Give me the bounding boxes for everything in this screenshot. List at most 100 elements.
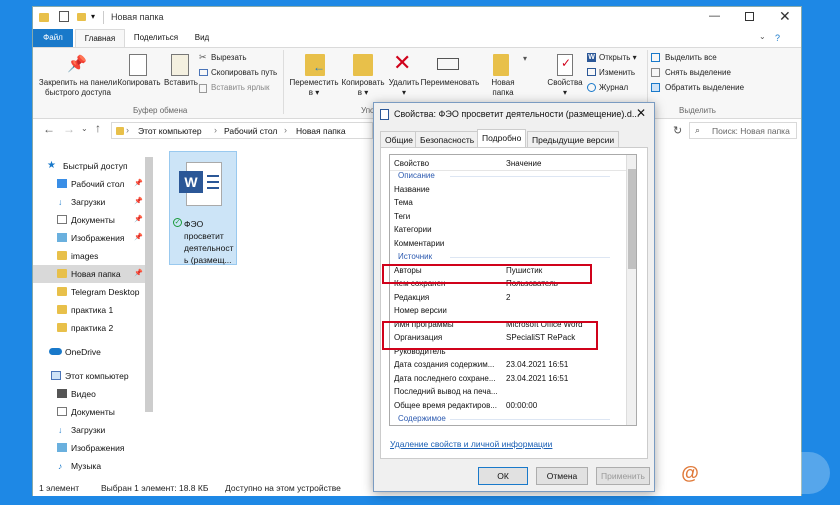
remove-properties-link[interactable]: Удаление свойств и личной информации (390, 439, 552, 449)
nav-item-practice-1[interactable]: практика 1 (33, 301, 145, 319)
nav-item-downloads[interactable]: ↓ Загрузки 📌 (33, 193, 145, 211)
search-placeholder: Поиск: Новая папка (712, 126, 790, 136)
copy-button[interactable]: Копировать (115, 78, 163, 88)
nav-quick-access[interactable]: ★ Быстрый доступ (33, 157, 145, 175)
close-icon[interactable]: ✕ (779, 8, 791, 25)
property-key: Описание (398, 171, 435, 180)
property-value: 23.04.2021 16:51 (506, 373, 569, 383)
history-button[interactable]: Журнал (599, 83, 628, 92)
open-button[interactable]: Открыть ▾ (599, 53, 637, 62)
qa-dropdown-icon[interactable]: ▾ (91, 12, 95, 21)
file-item[interactable]: W ✓ ФЭО просветит деятельност ь (размещ.… (169, 151, 237, 265)
move-to-button[interactable]: Переместить в ▾ (285, 78, 343, 98)
watermark-text: hi-tech (712, 460, 778, 482)
nav-pc-pictures[interactable]: Изображения (33, 439, 145, 457)
path-sep-icon: › (284, 125, 287, 135)
property-row[interactable]: Категории (390, 223, 626, 237)
property-row[interactable]: Дата последнего сохране... 23.04.2021 16:… (390, 372, 626, 386)
new-item-icon[interactable]: ▾ (523, 54, 527, 63)
properties-button[interactable]: Свойства ▾ (541, 78, 589, 98)
property-row[interactable]: Общее время редактиров... 00:00:00 (390, 399, 626, 413)
nav-item-telegram[interactable]: Telegram Desktop (33, 283, 145, 301)
properties-dialog: Свойства: ФЭО просветит деятельности (ра… (373, 102, 655, 492)
nav-item-new-folder[interactable]: Новая папка 📌 (33, 265, 145, 283)
tab-details[interactable]: Подробно (477, 129, 527, 148)
nav-pc-music[interactable]: ♪ Музыка (33, 457, 145, 475)
paste-button[interactable]: Вставить (161, 78, 201, 88)
paste-shortcut-icon (199, 84, 207, 93)
tab-view[interactable]: Вид (187, 29, 217, 47)
dialog-close-icon[interactable]: ✕ (636, 106, 646, 120)
copy-path-button[interactable]: Скопировать путь (211, 68, 277, 77)
property-row[interactable]: Последний вывод на печа... (390, 385, 626, 399)
nav-item-pictures[interactable]: Изображения 📌 (33, 229, 145, 247)
cancel-button[interactable]: Отмена (536, 467, 588, 485)
delete-button[interactable]: Удалить ▾ (387, 78, 421, 98)
refresh-icon[interactable]: ↻ (673, 124, 682, 137)
invert-selection-button[interactable]: Обратить выделение (665, 83, 744, 92)
breadcrumb-new-folder[interactable]: Новая папка (296, 126, 346, 136)
tab-security[interactable]: Безопасность (415, 131, 480, 147)
nav-pc-videos[interactable]: Видео (33, 385, 145, 403)
nav-scrollbar[interactable] (145, 157, 153, 412)
property-row[interactable]: Комментарии (390, 237, 626, 251)
up-icon[interactable]: ↑ (95, 121, 101, 135)
help-icon[interactable]: ? (775, 33, 780, 43)
apply-button[interactable]: Применить (596, 467, 650, 485)
select-none-icon (651, 68, 660, 77)
nav-pc-downloads[interactable]: ↓ Загрузки (33, 421, 145, 439)
rename-button[interactable]: Переименовать (419, 78, 481, 88)
nav-item-documents[interactable]: Документы 📌 (33, 211, 145, 229)
nav-pc-documents[interactable]: Документы (33, 403, 145, 421)
recent-icon[interactable]: ⌄ (81, 124, 88, 133)
highlight-program-org (382, 321, 598, 350)
property-row[interactable]: Теги (390, 210, 626, 224)
property-key: Дата последнего сохране... (394, 373, 496, 383)
minimize-icon[interactable]: — (709, 10, 720, 22)
music-icon: ♪ (58, 461, 63, 471)
ok-button[interactable]: ОК (478, 467, 528, 485)
watermark-logo: @ (674, 457, 706, 489)
new-folder-button[interactable]: Новая папка (483, 78, 523, 98)
tab-general[interactable]: Общие (380, 131, 418, 147)
nav-onedrive[interactable]: OneDrive (33, 343, 145, 361)
maximize-icon[interactable] (745, 12, 754, 21)
tab-home[interactable]: Главная (75, 29, 125, 47)
property-row[interactable]: Тема (390, 196, 626, 210)
breadcrumb-this-pc[interactable]: Этот компьютер (138, 126, 202, 136)
scroll-thumb[interactable] (628, 169, 636, 269)
property-row[interactable]: Название (390, 183, 626, 197)
back-icon[interactable]: ← (43, 122, 55, 136)
list-scrollbar[interactable] (626, 155, 636, 425)
select-all-icon (651, 53, 660, 62)
property-key: Дата создания содержим... (394, 360, 495, 369)
cut-button[interactable]: Вырезать (211, 53, 247, 62)
tab-share[interactable]: Поделиться (129, 29, 183, 47)
nav-this-pc[interactable]: Этот компьютер (33, 367, 145, 385)
nav-item-practice-2[interactable]: практика 2 (33, 319, 145, 337)
property-row[interactable]: Редакция 2 (390, 291, 626, 305)
properties-qa-icon[interactable] (59, 11, 69, 22)
tab-previous-versions[interactable]: Предыдущие версии (527, 131, 620, 147)
address-bar[interactable]: › Этот компьютер › Рабочий стол › Новая … (111, 122, 373, 139)
nav-item-images[interactable]: images (33, 247, 145, 265)
select-all-button[interactable]: Выделить все (665, 53, 717, 62)
forward-icon[interactable]: → (63, 122, 75, 136)
copy-to-button[interactable]: Копировать в ▾ (337, 78, 389, 98)
search-input[interactable]: ⌕ Поиск: Новая папка (689, 122, 797, 139)
paste-shortcut-button[interactable]: Вставить ярлык (211, 83, 270, 92)
nav-item-desktop[interactable]: Рабочий стол 📌 (33, 175, 145, 193)
ribbon-collapse-icon[interactable]: ⌄ (759, 32, 766, 41)
tab-file[interactable]: Файл (33, 29, 73, 47)
property-row[interactable]: Номер версии (390, 304, 626, 318)
edit-button[interactable]: Изменить (599, 68, 635, 77)
cloud-icon (49, 348, 62, 355)
pin-icon: 📌 (134, 216, 143, 223)
pin-button[interactable]: Закрепить на панели быстрого доступа (35, 78, 121, 98)
select-none-button[interactable]: Снять выделение (665, 68, 731, 77)
folder-icon (39, 13, 49, 22)
breadcrumb-desktop[interactable]: Рабочий стол (224, 126, 277, 136)
property-row[interactable]: Дата создания содержим... 23.04.2021 16:5… (390, 358, 626, 372)
newfolder-qa-icon[interactable] (77, 13, 86, 21)
cut-icon: ✂ (199, 52, 207, 62)
